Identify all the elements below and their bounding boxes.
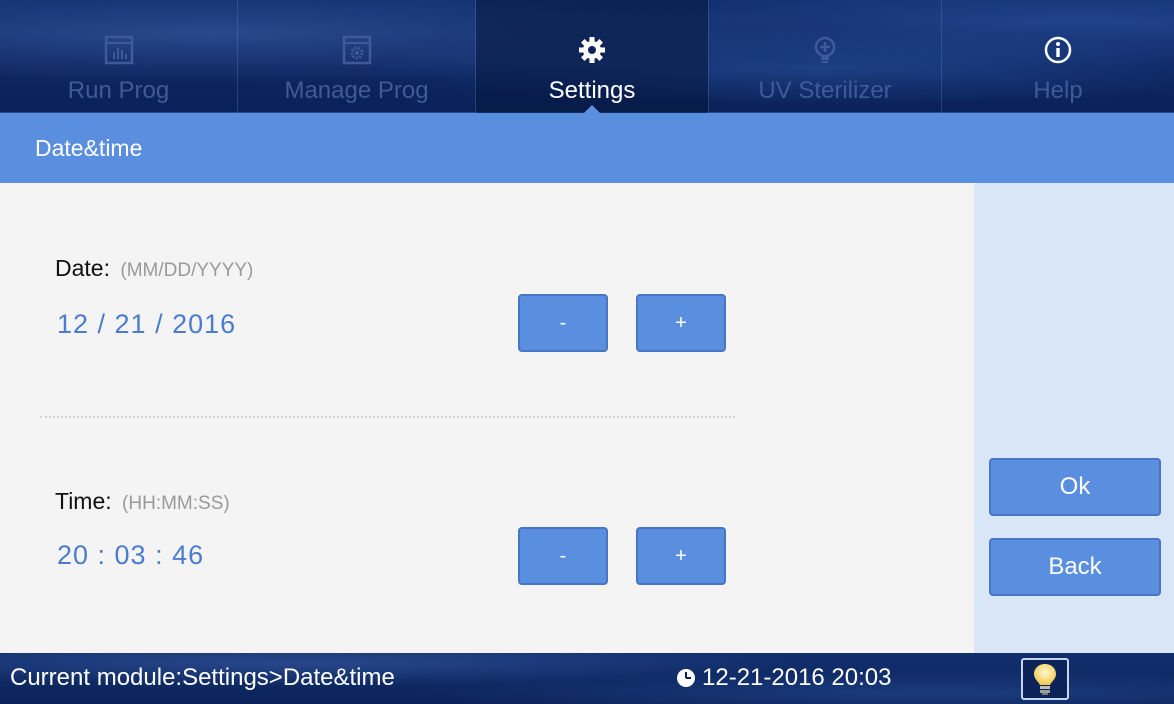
- tab-label: Settings: [548, 77, 636, 104]
- tab-label: Help: [1033, 77, 1083, 104]
- status-clock: 12-21-2016 20:03: [676, 664, 892, 692]
- time-value[interactable]: 20 : 03 : 46: [57, 540, 204, 571]
- status-datetime: 12-21-2016 20:03: [702, 664, 892, 691]
- current-module-text: Current module:Settings>Date&time: [10, 664, 395, 691]
- lightbulb-icon: [1034, 664, 1056, 695]
- lamp-toggle-button[interactable]: [1021, 658, 1069, 700]
- tab-label: UV Sterilizer: [758, 77, 892, 104]
- bulb-plus-icon: [808, 33, 842, 67]
- tab-help[interactable]: Help: [942, 0, 1174, 113]
- time-label: Time:: [55, 488, 112, 514]
- date-format-hint: (MM/DD/YYYY): [120, 260, 254, 281]
- tab-manage-prog[interactable]: Manage Prog: [238, 0, 475, 113]
- page-header: Date&time: [0, 113, 1174, 183]
- status-bar: Current module:Settings>Date&time 12-21-…: [0, 653, 1174, 704]
- gear-window-icon: [340, 33, 374, 67]
- divider: [40, 416, 735, 418]
- ok-button[interactable]: Ok: [989, 458, 1161, 516]
- time-increment-button[interactable]: +: [636, 527, 726, 585]
- back-button[interactable]: Back: [989, 538, 1161, 596]
- chart-icon: [102, 33, 136, 67]
- tab-settings[interactable]: Settings: [476, 0, 708, 114]
- time-format-hint: (HH:MM:SS): [122, 493, 230, 514]
- tab-label: Manage Prog: [284, 77, 429, 104]
- tab-run-prog[interactable]: Run Prog: [0, 0, 237, 113]
- tab-uv-sterilizer[interactable]: UV Sterilizer: [709, 0, 941, 113]
- date-decrement-button[interactable]: -: [518, 294, 608, 352]
- info-icon: [1041, 33, 1075, 67]
- page-title: Date&time: [35, 134, 143, 161]
- date-label: Date:: [55, 255, 110, 281]
- top-navigation: Run Prog Manage Prog Settings UV Sterili…: [0, 0, 1174, 114]
- gear-icon: [575, 33, 609, 67]
- date-increment-button[interactable]: +: [636, 294, 726, 352]
- time-decrement-button[interactable]: -: [518, 527, 608, 585]
- time-label-row: Time: (HH:MM:SS): [55, 488, 230, 515]
- main-panel: Date: (MM/DD/YYYY) 12 / 21 / 2016 - + Ti…: [0, 183, 974, 653]
- action-panel: Ok Back: [974, 183, 1174, 653]
- tab-label: Run Prog: [67, 77, 170, 104]
- date-label-row: Date: (MM/DD/YYYY): [55, 255, 253, 282]
- date-value[interactable]: 12 / 21 / 2016: [57, 309, 236, 340]
- clock-icon: [677, 669, 695, 687]
